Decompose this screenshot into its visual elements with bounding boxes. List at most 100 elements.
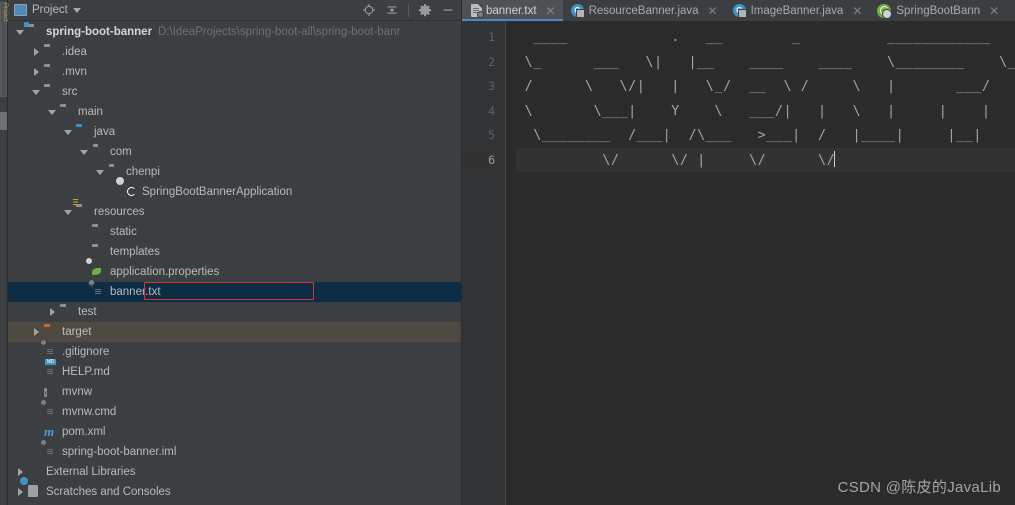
tree-row-static[interactable]: static: [8, 222, 461, 242]
chevron-right-icon[interactable]: [32, 47, 41, 57]
collapse-all-icon[interactable]: [385, 3, 399, 17]
chevron-down-icon[interactable]: [80, 148, 89, 157]
editor-tabs-bar[interactable]: banner.txt ✕ C ResourceBanner.java ✕ C ImageBa…: [462, 0, 1015, 21]
chevron-down-icon[interactable]: [32, 88, 41, 97]
editor-tab-resourcebanner-java[interactable]: C ResourceBanner.java ✕: [563, 0, 725, 21]
tree-row-spring-boot-banner-iml[interactable]: spring-boot-banner.iml: [8, 439, 461, 462]
chevron-right-icon[interactable]: [48, 307, 57, 317]
gear-icon[interactable]: [418, 3, 432, 17]
tree-row-resources[interactable]: resources: [8, 199, 461, 222]
tree-row-mvnw-cmd[interactable]: mvnw.cmd: [8, 399, 461, 422]
editor-tab-springbootbann[interactable]: SpringBootBann ✕: [869, 0, 1006, 21]
folder-icon: [44, 85, 58, 99]
project-tree[interactable]: spring-boot-banner D:\IdeaProjects\spring…: [8, 21, 461, 505]
chevron-down-icon[interactable]: [72, 7, 81, 13]
tree-row-main[interactable]: main: [8, 102, 461, 122]
folder-icon: [60, 305, 74, 319]
tree-row-chenpi[interactable]: chenpi: [8, 162, 461, 182]
tree-row-pom-xml[interactable]: m pom.xml: [8, 422, 461, 442]
tree-row-label: pom.xml: [62, 426, 106, 438]
tree-row-label: .mvn: [62, 66, 87, 78]
chevron-down-icon[interactable]: [16, 28, 25, 37]
chevron-right-icon[interactable]: [32, 327, 41, 337]
vertical-tab-project[interactable]: Project: [0, 2, 8, 97]
strip-handle[interactable]: [0, 112, 7, 130]
code-line: \ \___| Y \ ___/| | \ | | | |: [516, 102, 1015, 119]
chevron-right-icon[interactable]: [32, 67, 41, 77]
chevron-down-icon[interactable]: [64, 208, 73, 217]
tree-row-label: src: [62, 86, 78, 98]
tree-row-label: mvnw.cmd: [62, 406, 117, 418]
close-icon[interactable]: ✕: [852, 4, 862, 18]
project-panel-toolbar: [362, 3, 457, 17]
code-line: / \ \/| | \_/ __ \ / \ | ___/ |: [516, 78, 1015, 94]
tree-row-banner-txt[interactable]: banner.txt: [8, 279, 461, 302]
editor-tab-label: banner.txt: [486, 4, 537, 17]
tree-row-application-properties[interactable]: application.properties: [8, 257, 461, 282]
chevron-right-icon[interactable]: [16, 487, 25, 497]
tree-row-label: resources: [94, 206, 145, 218]
tree-row-label: main: [78, 106, 103, 118]
java-class-icon: C: [732, 4, 747, 18]
tree-row-label: java: [94, 126, 116, 138]
locate-icon[interactable]: [362, 3, 376, 17]
properties-file-icon: [85, 257, 106, 279]
line-number: 3: [488, 79, 495, 93]
tree-row-target[interactable]: target: [8, 322, 461, 342]
spring-class-icon: [877, 3, 893, 19]
editor-tab-banner-txt[interactable]: banner.txt ✕: [462, 0, 563, 21]
tree-row-label: test: [78, 306, 97, 318]
source-folder-icon: [76, 125, 90, 139]
tree-row--gitignore[interactable]: .gitignore: [8, 339, 461, 362]
project-panel-header: Project: [8, 0, 461, 21]
tree-row-label: .gitignore: [62, 346, 110, 358]
tree-row-com[interactable]: com: [8, 142, 461, 162]
text-file-icon: [88, 279, 106, 299]
close-icon[interactable]: ✕: [708, 4, 718, 18]
close-icon[interactable]: ✕: [546, 4, 556, 18]
chevron-down-icon[interactable]: [64, 128, 73, 137]
chevron-down-icon[interactable]: [96, 168, 105, 177]
shell-script-icon: ›: [44, 388, 47, 397]
folder-icon: [44, 45, 58, 59]
tree-row-label: application.properties: [110, 266, 220, 278]
project-panel-title-box[interactable]: Project: [14, 4, 81, 16]
tree-row--idea[interactable]: .idea: [8, 42, 461, 62]
tree-row-templates[interactable]: templates: [8, 242, 461, 262]
minimize-icon[interactable]: [441, 3, 455, 17]
editor-tab-imagebanner-java[interactable]: C ImageBanner.java ✕: [725, 0, 870, 21]
tree-row-java[interactable]: java: [8, 122, 461, 142]
line-number: 4: [488, 103, 495, 118]
tree-row-label: templates: [110, 246, 160, 258]
tree-row-help-md[interactable]: MD HELP.md: [8, 359, 461, 382]
editor-tab-label: ImageBanner.java: [750, 4, 844, 17]
chevron-down-icon[interactable]: [48, 108, 57, 117]
package-icon: [92, 145, 106, 159]
project-panel-icon: [14, 4, 27, 16]
tree-row-external-libraries[interactable]: External Libraries: [8, 462, 461, 482]
tree-row-spring-boot-banner[interactable]: spring-boot-banner D:\IdeaProjects\spring…: [8, 22, 461, 42]
editor-area: banner.txt ✕ C ResourceBanner.java ✕ C ImageBa…: [462, 0, 1015, 505]
tree-row--mvn[interactable]: .mvn: [8, 62, 461, 82]
tree-row-label: mvnw: [62, 386, 93, 398]
tree-row-label: Scratches and Consoles: [46, 486, 171, 498]
vertical-tab-label: Project: [2, 3, 8, 22]
tree-row-scratches-and-consoles[interactable]: Scratches and Consoles: [8, 482, 461, 502]
editor-tab-label: ResourceBanner.java: [588, 4, 699, 17]
tree-row-test[interactable]: test: [8, 302, 461, 322]
tree-row-label: target: [62, 326, 92, 338]
tree-row-src[interactable]: src: [8, 82, 461, 102]
folder-icon: [92, 245, 106, 259]
scratches-icon: [28, 485, 42, 499]
left-tool-strip: Project: [0, 0, 8, 505]
markdown-file-icon: MD: [44, 359, 58, 379]
code-text[interactable]: ____ . __ _ ____________ . __ \_ ___ \| …: [506, 21, 1015, 505]
close-icon[interactable]: ✕: [989, 4, 999, 18]
iml-file-icon: [40, 439, 58, 459]
tree-row-mvnw[interactable]: › mvnw: [8, 382, 461, 402]
